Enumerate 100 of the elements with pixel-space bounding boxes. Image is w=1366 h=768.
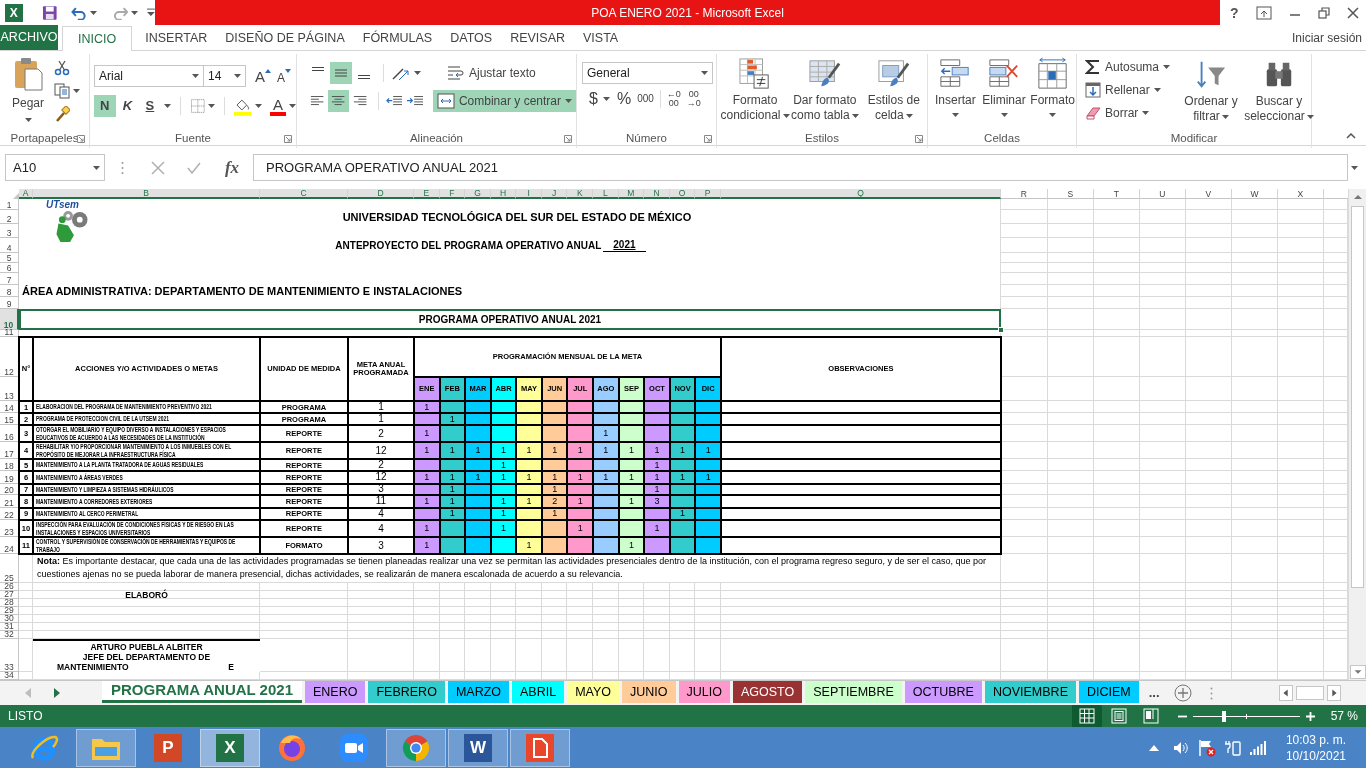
row-header[interactable]: 7 bbox=[0, 273, 19, 285]
caret-icon[interactable] bbox=[602, 97, 610, 101]
text-angle-icon[interactable] bbox=[391, 65, 411, 81]
sheet-tab[interactable]: NOVIEMBRE bbox=[984, 681, 1076, 703]
column-header[interactable]: I bbox=[516, 189, 542, 199]
caret-icon[interactable] bbox=[234, 74, 241, 78]
dialog-launcher-icon[interactable] bbox=[915, 135, 923, 143]
column-header[interactable]: M bbox=[618, 189, 645, 199]
taskbar-button[interactable] bbox=[510, 728, 570, 767]
caret-icon[interactable] bbox=[163, 104, 171, 108]
paste-button[interactable]: Pegar bbox=[8, 57, 48, 130]
scroll-right-icon[interactable] bbox=[1327, 685, 1341, 701]
column-header[interactable]: G bbox=[465, 189, 491, 199]
ribbon-tab[interactable]: FÓRMULAS bbox=[353, 26, 442, 50]
wrap-text-button[interactable]: Ajustar texto bbox=[447, 64, 536, 82]
help-button[interactable]: ? bbox=[1230, 5, 1239, 20]
sheet-tab[interactable]: MARZO bbox=[447, 681, 509, 703]
number-format-dropdown[interactable]: General bbox=[582, 62, 713, 84]
editing-button[interactable]: Ordenar y filtrar bbox=[1179, 58, 1243, 130]
column-header[interactable]: V bbox=[1185, 189, 1232, 199]
caret-icon[interactable] bbox=[565, 99, 572, 103]
scroll-thumb[interactable] bbox=[1351, 206, 1364, 588]
column-header[interactable]: K bbox=[567, 189, 594, 199]
column-header[interactable]: L bbox=[593, 189, 619, 199]
ribbon-tab[interactable]: INICIO bbox=[62, 26, 133, 51]
plus-icon[interactable] bbox=[1305, 711, 1315, 721]
caret-icon[interactable] bbox=[89, 10, 97, 15]
scroll-down-icon[interactable] bbox=[1349, 665, 1366, 679]
row-header[interactable]: 5 bbox=[0, 253, 19, 263]
row-header[interactable]: 31 bbox=[0, 622, 19, 631]
more-tabs-button[interactable]: ... bbox=[1148, 683, 1160, 703]
sheet-tab[interactable]: AGOSTO bbox=[733, 681, 803, 703]
normal-view-icon[interactable] bbox=[1071, 705, 1102, 727]
caret-icon[interactable] bbox=[1221, 114, 1229, 119]
sheet-tab[interactable]: ENERO bbox=[305, 681, 366, 703]
sheet-tab[interactable]: JUNIO bbox=[622, 681, 676, 703]
editing-button[interactable]: Autosuma bbox=[1085, 58, 1175, 76]
cells-button[interactable]: Insertar bbox=[932, 57, 979, 130]
caret-icon[interactable] bbox=[851, 113, 859, 118]
row-header[interactable]: 8 bbox=[0, 285, 19, 297]
caret-icon[interactable] bbox=[1142, 111, 1150, 115]
caret-icon[interactable] bbox=[1153, 88, 1161, 92]
caret-icon[interactable] bbox=[24, 118, 32, 122]
sheet-tab[interactable]: DICIEM bbox=[1078, 681, 1139, 703]
column-header[interactable]: S bbox=[1047, 189, 1094, 199]
caret-icon[interactable] bbox=[951, 113, 959, 117]
clock-date[interactable]: 10/10/2021 bbox=[1285, 747, 1346, 764]
dialog-launcher-icon[interactable] bbox=[284, 135, 292, 143]
column-header[interactable]: E bbox=[414, 189, 440, 199]
merge-center-button[interactable]: Combinar y centrar bbox=[432, 90, 576, 112]
taskbar-button[interactable] bbox=[386, 728, 446, 767]
column-header[interactable]: D bbox=[348, 189, 414, 199]
increase-indent-icon[interactable] bbox=[406, 94, 423, 108]
fill-handle[interactable] bbox=[997, 327, 1004, 333]
close-icon[interactable] bbox=[1346, 6, 1359, 19]
dialog-launcher-icon[interactable] bbox=[77, 135, 85, 143]
zoom-thumb[interactable] bbox=[1221, 710, 1226, 722]
decimals-button[interactable]: ←0 00 bbox=[666, 90, 681, 108]
row-header[interactable]: 2 bbox=[0, 210, 19, 224]
save-icon[interactable] bbox=[41, 4, 58, 21]
styles-button[interactable]: Dar formato como tabla bbox=[791, 57, 859, 130]
cells-button[interactable]: Formato bbox=[1029, 57, 1076, 130]
percent-button[interactable]: % bbox=[616, 91, 632, 107]
grow-font-button[interactable]: A bbox=[255, 68, 271, 84]
row-header[interactable]: 6 bbox=[0, 263, 19, 273]
caret-icon[interactable] bbox=[131, 10, 139, 15]
sheet-tab[interactable]: OCTUBRE bbox=[904, 681, 982, 703]
decimals-button[interactable]: 00 →0 bbox=[686, 90, 701, 108]
flag-icon[interactable] bbox=[1197, 738, 1216, 757]
scissors-icon[interactable] bbox=[54, 60, 70, 76]
ribbon-tab[interactable]: REVISAR bbox=[501, 26, 574, 50]
row-header[interactable]: 26 bbox=[0, 582, 19, 591]
column-header[interactable]: H bbox=[490, 189, 517, 199]
caret-icon[interactable] bbox=[414, 71, 421, 75]
row-header[interactable]: 4 bbox=[0, 238, 19, 253]
dialog-launcher-icon[interactable] bbox=[704, 135, 712, 143]
caret-icon[interactable] bbox=[255, 104, 262, 108]
currency-button[interactable]: $ bbox=[589, 91, 598, 107]
taskbar-button[interactable]: X bbox=[200, 728, 260, 767]
formula-field[interactable]: PROGRAMA OPERATIVO ANUAL 2021 bbox=[253, 154, 1348, 181]
undo-icon[interactable] bbox=[71, 5, 87, 20]
column-header[interactable]: B bbox=[33, 189, 260, 199]
row-header[interactable]: 25 bbox=[0, 554, 19, 583]
column-header[interactable]: N bbox=[644, 189, 670, 199]
font-name-dropdown[interactable]: Arial bbox=[94, 65, 204, 87]
column-header[interactable]: J bbox=[541, 189, 568, 199]
row-header[interactable]: 10 bbox=[0, 309, 19, 330]
row-header[interactable]: 33 bbox=[0, 638, 19, 672]
caret-icon[interactable] bbox=[1306, 114, 1314, 119]
zoom-level[interactable]: 57 % bbox=[1330, 707, 1358, 725]
column-header[interactable]: T bbox=[1093, 189, 1140, 199]
font-color-button[interactable]: A bbox=[270, 96, 286, 116]
ribbon-tab[interactable]: DISEÑO DE PÁGINA bbox=[216, 26, 354, 50]
shrink-font-button[interactable]: A bbox=[277, 68, 292, 84]
decrease-indent-icon[interactable] bbox=[385, 94, 402, 108]
styles-button[interactable]: Formato condicional bbox=[721, 57, 789, 130]
caret-icon[interactable] bbox=[1163, 65, 1171, 69]
styles-button[interactable]: Estilos de celda bbox=[860, 57, 927, 130]
caret-icon[interactable] bbox=[1000, 113, 1008, 117]
row-header[interactable]: 27 bbox=[0, 590, 19, 599]
